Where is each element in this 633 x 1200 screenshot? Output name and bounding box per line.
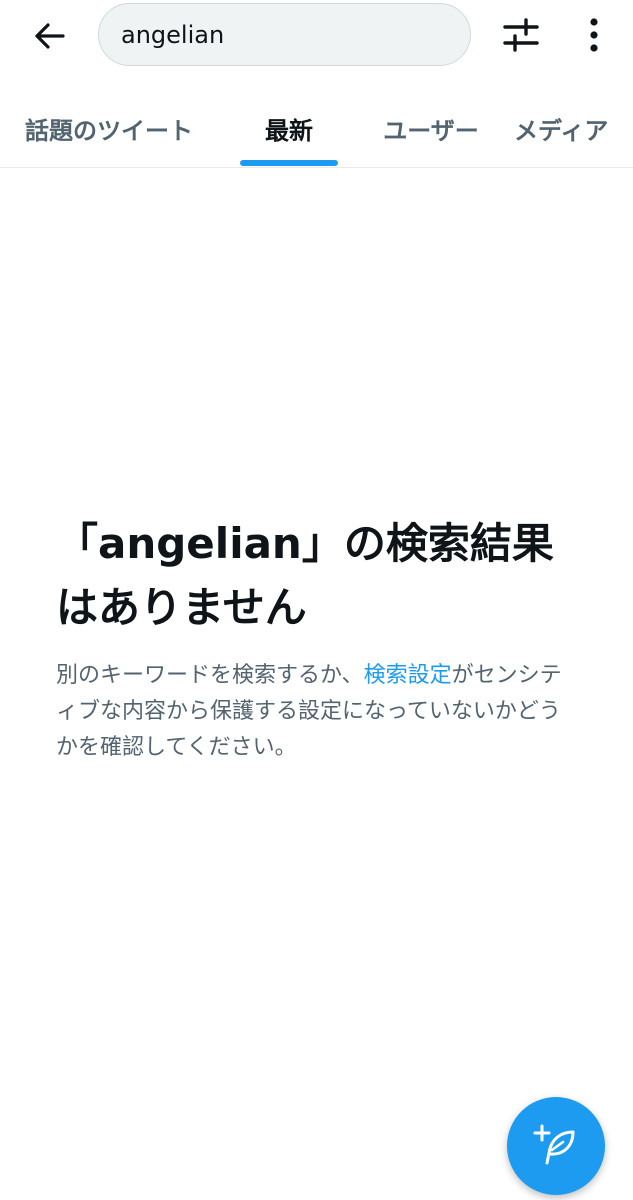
search-input[interactable] xyxy=(121,20,441,49)
arrow-left-icon xyxy=(35,23,65,49)
search-settings-link[interactable]: 検索設定 xyxy=(364,663,452,688)
tab-users[interactable]: ユーザー xyxy=(362,90,500,167)
compose-tweet-button[interactable] xyxy=(507,1097,605,1195)
more-vertical-icon xyxy=(590,18,598,52)
empty-state-text-before: 別のキーワードを検索するか、 xyxy=(56,663,364,688)
tab-top-tweets[interactable]: 話題のツイート xyxy=(8,90,210,167)
active-tab-indicator xyxy=(240,160,338,166)
search-box[interactable] xyxy=(98,3,471,66)
tab-media[interactable]: メディア xyxy=(514,90,633,167)
empty-state-title: 「angelian」の検索結果はありません xyxy=(56,519,554,632)
search-results-screen: 話題のツイート 最新 ユーザー メディア 「angelian」の検索結果はありま… xyxy=(0,0,633,1200)
tab-latest[interactable]: 最新 xyxy=(238,90,340,167)
empty-state-description: 別のキーワードを検索するか、検索設定がセンシティブな内容から保護する設定になって… xyxy=(56,658,576,766)
search-tabs: 話題のツイート 最新 ユーザー メディア xyxy=(0,90,633,168)
feather-plus-icon xyxy=(533,1124,575,1165)
top-bar xyxy=(0,0,633,72)
search-filter-button[interactable] xyxy=(496,10,546,60)
more-options-button[interactable] xyxy=(572,10,616,60)
sliders-icon xyxy=(503,18,539,52)
back-button[interactable] xyxy=(22,10,76,62)
